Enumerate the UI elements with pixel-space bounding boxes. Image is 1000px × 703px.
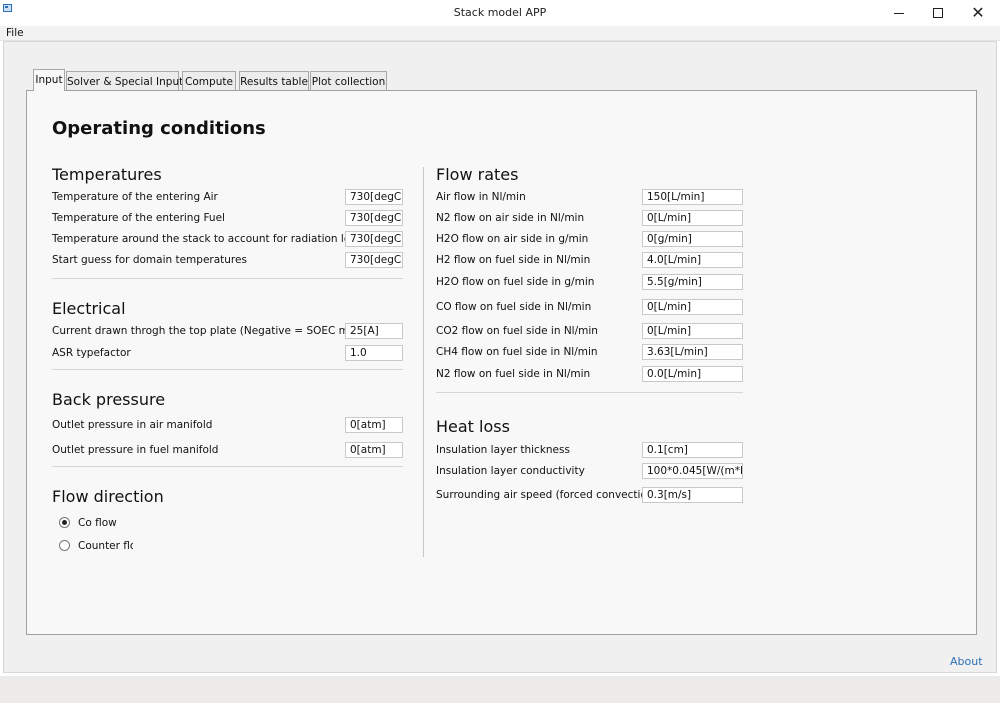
temp-fuel-input[interactable]: 730[degC] [345,210,403,226]
tab-solver-special-input[interactable]: Solver & Special Input [66,71,183,91]
back-pressure-title: Back pressure [52,390,166,409]
ch4-fuel-flow-label: CH4 flow on fuel side in Nl/min [436,346,598,358]
insulation-conductivity-label: Insulation layer conductivity [436,465,585,477]
counter-flow-label[interactable]: Counter flov [78,540,133,552]
close-icon: ✕ [971,3,985,22]
column-separator [423,167,424,557]
input-tab-panel: Operating conditions Temperatures Temper… [26,90,977,635]
temp-air-input[interactable]: 730[degC] [345,189,403,205]
menu-bar: File [0,26,1000,41]
air-manifold-pressure-label: Outlet pressure in air manifold [52,419,213,431]
air-speed-input[interactable]: 0.3[m/s] [642,487,743,503]
window-title: Stack model APP [453,6,547,19]
air-speed-label: Surrounding air speed (forced convection… [436,489,658,501]
co2-fuel-flow-label: CO2 flow on fuel side in Nl/min [436,325,598,337]
tab-input[interactable]: Input [33,69,65,91]
co-flow-radio[interactable] [59,517,70,528]
n2-fuel-flow-input[interactable]: 0.0[L/min] [642,366,743,382]
air-flow-input[interactable]: 150[L/min] [642,189,743,205]
maximize-icon [933,8,943,18]
n2-fuel-flow-label: N2 flow on fuel side in Nl/min [436,368,591,380]
temp-start-guess-input[interactable]: 730[degC] [345,252,403,268]
ch4-fuel-flow-input[interactable]: 3.63[L/min] [642,344,743,360]
n2-air-flow-input[interactable]: 0[L/min] [642,210,743,226]
fuel-manifold-pressure-input[interactable]: 0[atm] [345,442,403,458]
separator [52,278,403,279]
asr-typefactor-input[interactable]: 1.0 [345,345,403,361]
insulation-thickness-label: Insulation layer thickness [436,444,570,456]
current-input[interactable]: 25[A] [345,323,403,339]
co-flow-label[interactable]: Co flow [78,517,117,529]
title-bar: Stack model APP ✕ [0,0,1000,26]
n2-air-flow-label: N2 flow on air side in Nl/min [436,212,585,224]
flow-direction-title: Flow direction [52,487,164,506]
about-link[interactable]: About [950,655,983,668]
close-button[interactable]: ✕ [955,0,1000,26]
client-area: Input Solver & Special Input Compute Res… [3,41,997,673]
minimize-icon [894,12,904,14]
h2o-fuel-flow-input[interactable]: 5.5[g/min] [642,274,743,290]
heat-loss-title: Heat loss [436,417,510,436]
separator [52,369,403,370]
temperatures-title: Temperatures [52,165,162,184]
temp-fuel-label: Temperature of the entering Fuel [52,212,225,224]
h2o-air-flow-label: H2O flow on air side in g/min [436,233,589,245]
insulation-thickness-input[interactable]: 0.1[cm] [642,442,743,458]
bottom-bar [0,676,1000,703]
flow-rates-title: Flow rates [436,165,519,184]
temp-radiation-input[interactable]: 730[degC] [345,231,403,247]
co2-fuel-flow-input[interactable]: 0[L/min] [642,323,743,339]
counter-flow-radio[interactable] [59,540,70,551]
tab-plot-collection[interactable]: Plot collection [310,71,387,91]
temp-start-guess-label: Start guess for domain temperatures [52,254,247,266]
temp-radiation-label: Temperature around the stack to account … [52,233,374,245]
temp-air-label: Temperature of the entering Air [52,191,218,203]
co-fuel-flow-input[interactable]: 0[L/min] [642,299,743,315]
insulation-conductivity-input[interactable]: 100*0.045[W/(m*K)] [642,463,743,479]
fuel-manifold-pressure-label: Outlet pressure in fuel manifold [52,444,219,456]
h2-fuel-flow-input[interactable]: 4.0[L/min] [642,252,743,268]
page-title: Operating conditions [52,118,266,139]
separator [52,466,403,467]
electrical-title: Electrical [52,299,126,318]
air-manifold-pressure-input[interactable]: 0[atm] [345,417,403,433]
h2-fuel-flow-label: H2 flow on fuel side in Nl/min [436,254,591,266]
tab-results-table[interactable]: Results table [239,71,309,91]
h2o-air-flow-input[interactable]: 0[g/min] [642,231,743,247]
co-fuel-flow-label: CO flow on fuel side in Nl/min [436,301,592,313]
air-flow-label: Air flow in Nl/min [436,191,526,203]
asr-typefactor-label: ASR typefactor [52,347,131,359]
menu-file[interactable]: File [6,27,24,39]
tab-compute[interactable]: Compute [182,71,236,91]
h2o-fuel-flow-label: H2O flow on fuel side in g/min [436,276,595,288]
current-label: Current drawn throgh the top plate (Nega… [52,325,373,337]
separator [436,392,743,393]
